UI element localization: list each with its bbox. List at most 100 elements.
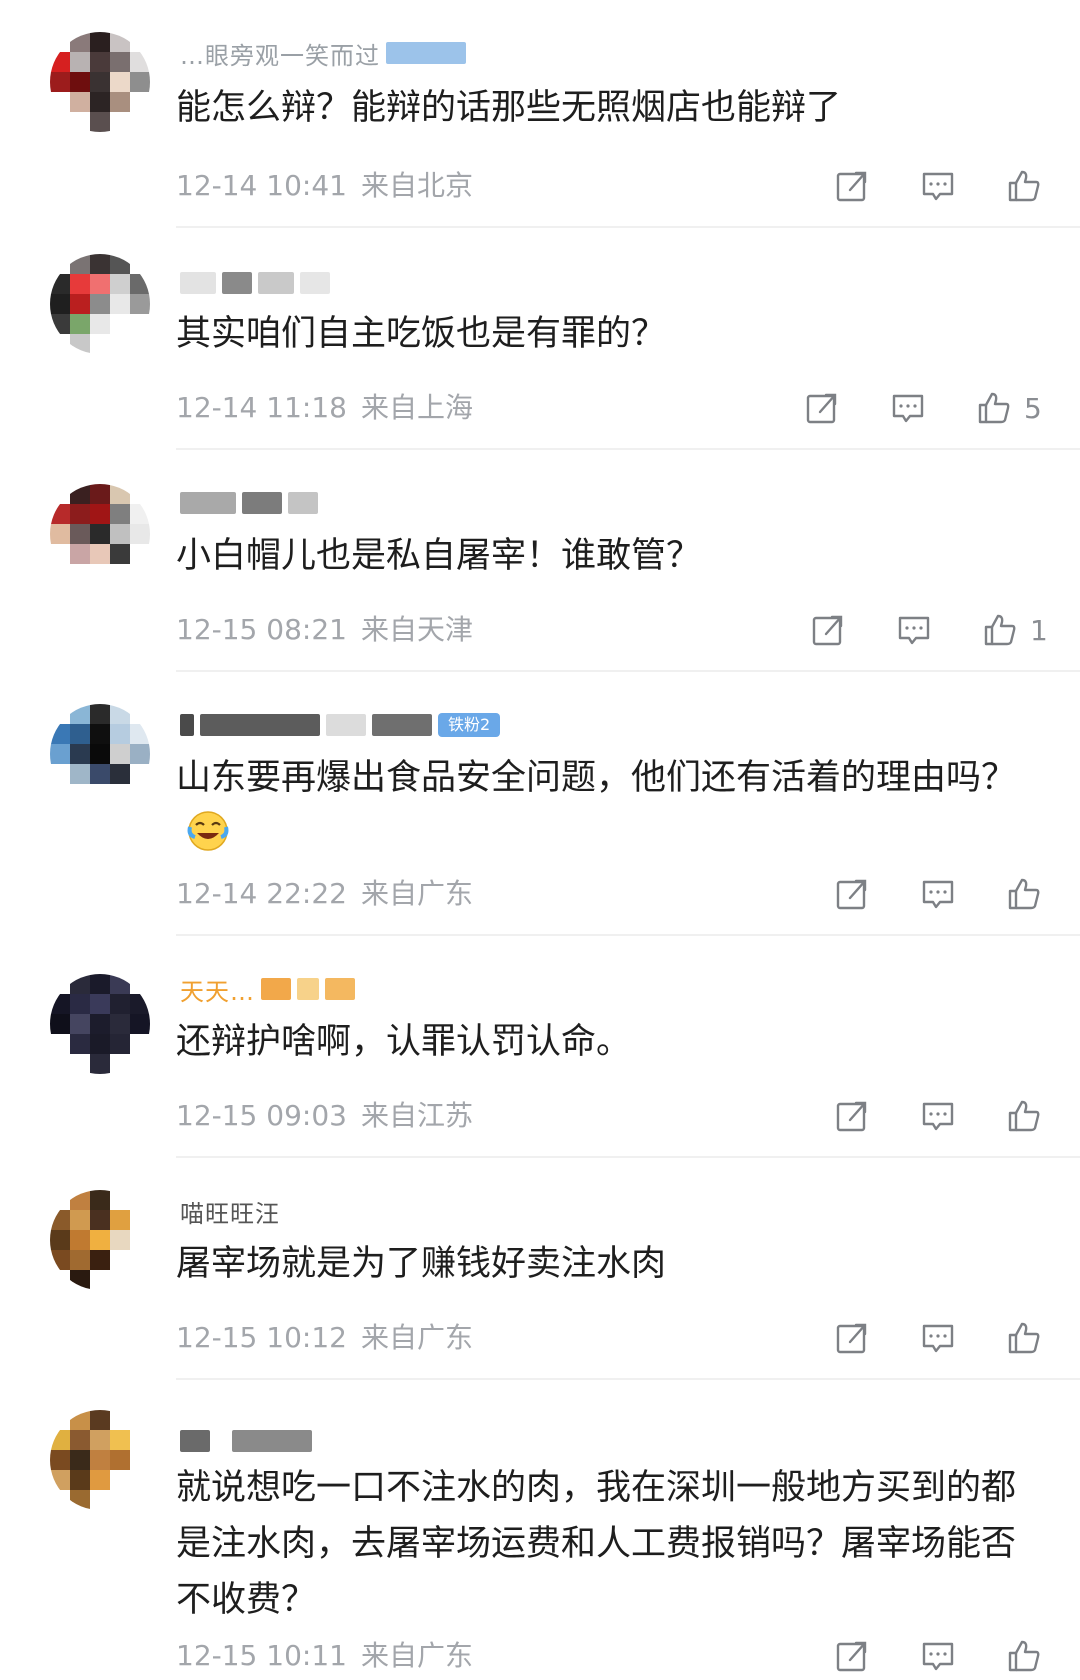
username[interactable]: …眼旁观一笑而过 [180,38,466,70]
comment-icon[interactable] [918,1636,958,1676]
avatar-pixel [70,112,90,132]
avatar[interactable] [50,484,150,584]
avatar[interactable] [50,1190,150,1290]
avatar-pixel [130,1430,150,1450]
comment-text: 山东要再爆出食品安全问题，他们还有活着的理由吗？ [176,750,1046,862]
avatar[interactable] [50,974,150,1074]
comment-text: 屠宰场就是为了赚钱好卖注水肉 [176,1244,667,1284]
comment-location: 来自广东 [360,877,473,910]
share-icon[interactable] [808,610,848,650]
share-icon[interactable] [832,1096,872,1136]
username[interactable] [180,488,318,518]
like-icon[interactable] [1004,874,1044,914]
comment-icon[interactable] [888,388,928,428]
avatar-pixel [50,1034,70,1054]
like-icon[interactable] [1004,1318,1044,1358]
avatar[interactable] [50,1410,150,1510]
comment-meta: 12-15 10:11 来自广东 [176,1636,473,1676]
comment-meta: 12-15 09:03 来自江苏 [176,1096,473,1136]
share-icon[interactable] [832,874,872,914]
username[interactable] [180,1426,312,1456]
avatar-pixel [110,744,130,764]
divider [176,670,1080,672]
comment-actions [832,1318,1044,1358]
avatar[interactable] [50,254,150,354]
avatar-pixel [110,92,130,112]
comment-icon[interactable] [918,166,958,206]
username-redaction [180,1430,210,1452]
comment-meta: 12-14 11:18 来自上海 [176,388,473,428]
like-count: 5 [1024,391,1042,425]
comment-time: 12-14 10:41 [176,169,347,202]
avatar-pixel [130,504,150,524]
fan-badge[interactable]: 铁粉2 [438,713,501,737]
avatar-pixel [50,1250,70,1270]
like-icon[interactable] [1004,1636,1044,1676]
username[interactable] [180,268,330,298]
avatar-pixel [50,1470,70,1490]
avatar-pixel [90,1054,110,1074]
comment-icon[interactable] [894,610,934,650]
avatar-pixel [130,1490,150,1510]
avatar-pixel [70,32,90,52]
comment-icon[interactable] [918,1318,958,1358]
divider [176,1378,1080,1380]
comment-icon[interactable] [918,1096,958,1136]
avatar-pixel [90,1034,110,1054]
avatar-pixel [90,504,110,524]
avatar-pixel [110,484,130,504]
avatar-pixel [90,112,110,132]
avatar-pixel [130,274,150,294]
avatar-pixel [50,1190,70,1210]
comment-text: 能怎么辩？能辩的话那些无照烟店也能辩了 [176,88,842,128]
share-icon[interactable] [832,1636,872,1676]
username-redaction [372,714,432,736]
avatar-pixel [130,72,150,92]
like-icon[interactable] [1004,1096,1044,1136]
username[interactable]: 铁粉2 [180,710,501,740]
username[interactable]: 天天… [180,974,355,1006]
avatar-pixel [70,484,90,504]
like-icon[interactable] [1004,166,1044,206]
avatar-pixel [110,72,130,92]
username-text: 喵旺旺汪 [180,1199,280,1228]
avatar-pixel [110,1430,130,1450]
avatar-pixel [70,1014,90,1034]
share-icon[interactable] [802,388,842,428]
avatar-pixel [50,294,70,314]
share-icon[interactable] [832,1318,872,1358]
username-text: …眼旁观一笑而过 [180,41,380,70]
like-count: 1 [1030,613,1048,647]
avatar-pixel [50,1430,70,1450]
avatar-pixel [70,52,90,72]
avatar-pixel [50,1450,70,1470]
laughing-tears-emoji-icon [186,809,230,853]
avatar-pixel [130,704,150,724]
avatar[interactable] [50,704,150,804]
avatar-pixel [110,974,130,994]
avatar-pixel [130,744,150,764]
divider [176,448,1080,450]
comment-time: 12-15 10:12 [176,1321,347,1354]
comment-icon[interactable] [918,874,958,914]
avatar-pixel [70,724,90,744]
avatar-pixel [130,52,150,72]
username[interactable]: 喵旺旺汪 [180,1196,280,1228]
username-redaction [386,42,466,64]
avatar-pixel [130,1250,150,1270]
avatar[interactable] [50,32,150,132]
avatar-pixel [70,784,90,804]
avatar-pixel [90,974,110,994]
avatar-pixel [130,764,150,784]
avatar-pixel [110,1470,130,1490]
avatar-pixel [70,1054,90,1074]
comment-time: 12-15 10:11 [176,1639,347,1672]
avatar-pixel [110,1210,130,1230]
avatar-pixel [130,1270,150,1290]
share-icon[interactable] [832,166,872,206]
like-icon[interactable] [974,388,1014,428]
like-icon[interactable] [980,610,1020,650]
avatar-pixel [130,1014,150,1034]
avatar-pixel [70,544,90,564]
avatar-pixel [50,1490,70,1510]
